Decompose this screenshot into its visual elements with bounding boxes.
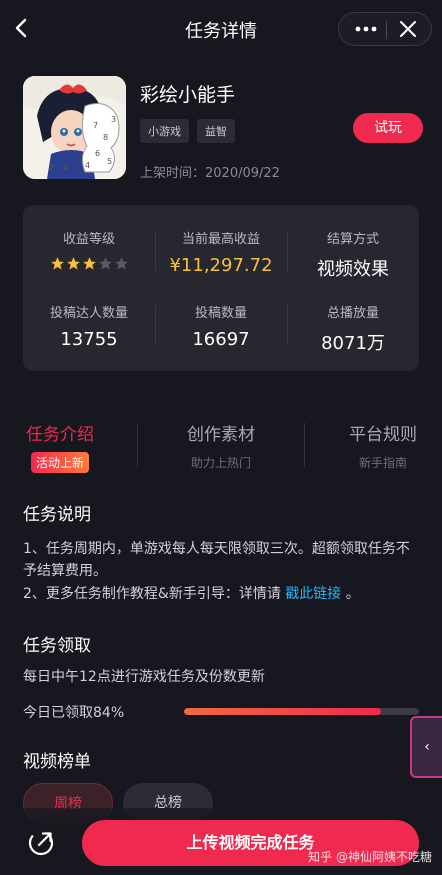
svg-text:2: 2 [49,163,54,172]
side-drawer-handle[interactable]: ‹ [410,716,442,778]
detail-tabs: 任务介绍 活动上新 创作素材 助力上热门 平台规则 新手指南 [0,420,442,480]
tab-task-intro[interactable]: 任务介绍 活动上新 [23,420,97,473]
svg-text:5: 5 [107,157,112,166]
stat-label: 收益等级 [62,232,115,247]
tab-sublabel: 新手指南 [358,456,407,470]
miniprogram-capsule [338,12,432,46]
svg-text:4: 4 [85,161,90,170]
tutorial-link[interactable]: 戳此链接 [285,586,341,602]
svg-text:6: 6 [95,149,100,158]
star-rating [23,256,155,271]
tag-mini-game: 小游戏 [140,119,189,143]
star-empty-icon [98,257,112,270]
stat-settlement: 结算方式 视频效果 [287,228,419,281]
game-thumbnail[interactable]: 7 8 6 5 4 3 2 4 [23,76,126,179]
stats-card: 收益等级 当前最高收益 ¥11,297.72 结算方式 视频效果 投稿达人数量 … [23,205,419,371]
claim-note: 每日中午12点进行游戏任务及份数更新 [23,669,265,685]
svg-text:8: 8 [103,133,108,142]
stat-value: 8071万 [321,333,385,354]
svg-text:4: 4 [63,163,68,172]
description-title: 任务说明 [23,505,91,525]
game-name: 彩绘小能手 [140,84,236,106]
stat-value: ¥11,297.72 [169,255,273,276]
tab-divider [137,423,138,467]
star-icon [82,257,96,270]
stat-value: 16697 [192,329,250,350]
stat-submissions: 投稿数量 16697 [155,302,287,350]
description-line-2-text: 2、更多任务制作教程&新手引导：详情请 [23,586,286,602]
claim-title: 任务领取 [23,636,91,656]
svg-text:3: 3 [111,115,116,124]
stat-label: 当前最高收益 [181,232,260,247]
description-line-2-end: 。 [341,586,360,602]
ranking-title: 视频榜单 [23,752,91,772]
stat-max-income: 当前最高收益 ¥11,297.72 [155,228,287,276]
watermark-text: 知乎 @神仙阿姨不吃糖 [308,850,432,864]
claim-progress-bar [184,708,419,715]
tab-creative-assets[interactable]: 创作素材 助力上热门 [183,420,259,471]
game-info: 7 8 6 5 4 3 2 4 彩绘小能手 小游戏 益智 试玩 上架时间：202… [23,76,423,186]
star-empty-icon [114,257,128,270]
claim-progress-text: 今日已领取84% [23,705,125,721]
nav-header: 任务详情 [0,0,442,58]
description-line-1: 1、任务周期内，单游戏每人每天限领取三次。超额领取任务不予结算费用。 [23,541,410,579]
tab-sublabel: 助力上热门 [190,456,251,470]
share-icon[interactable] [26,828,56,858]
more-dots-icon[interactable] [351,13,381,45]
tab-platform-rules[interactable]: 平台规则 新手指南 [344,420,422,471]
capsule-divider [386,21,387,39]
stat-creators: 投稿达人数量 13755 [23,302,155,350]
tab-label: 平台规则 [349,425,417,445]
tab-divider [304,423,305,467]
stat-label: 总播放量 [326,306,379,321]
stat-label: 投稿达人数量 [49,306,128,321]
try-play-button[interactable]: 试玩 [353,113,423,143]
stat-value: 13755 [60,329,118,350]
star-icon [66,257,80,270]
stat-income-level: 收益等级 [23,228,155,271]
tab-label: 创作素材 [187,425,255,445]
game-tags: 小游戏 益智 [140,119,235,143]
claim-progress-fill [184,708,382,715]
stat-label: 投稿数量 [194,306,247,321]
release-date: 上架时间：2020/09/22 [140,166,280,181]
close-icon[interactable] [397,18,419,40]
svg-text:7: 7 [93,121,98,130]
bottom-action-bar: 上传视频完成任务 知乎 @神仙阿姨不吃糖 [0,808,442,875]
stat-label: 结算方式 [326,232,379,247]
new-activity-badge: 活动上新 [30,452,89,473]
description-line-2: 2、更多任务制作教程&新手引导：详情请 戳此链接 。 [23,583,423,605]
tab-label: 任务介绍 [26,425,94,445]
claim-progress-row: 今日已领取84% [23,702,419,722]
star-icon [50,257,64,270]
tag-puzzle: 益智 [197,119,235,143]
stat-plays: 总播放量 8071万 [287,302,419,355]
stat-value: 视频效果 [317,259,389,280]
